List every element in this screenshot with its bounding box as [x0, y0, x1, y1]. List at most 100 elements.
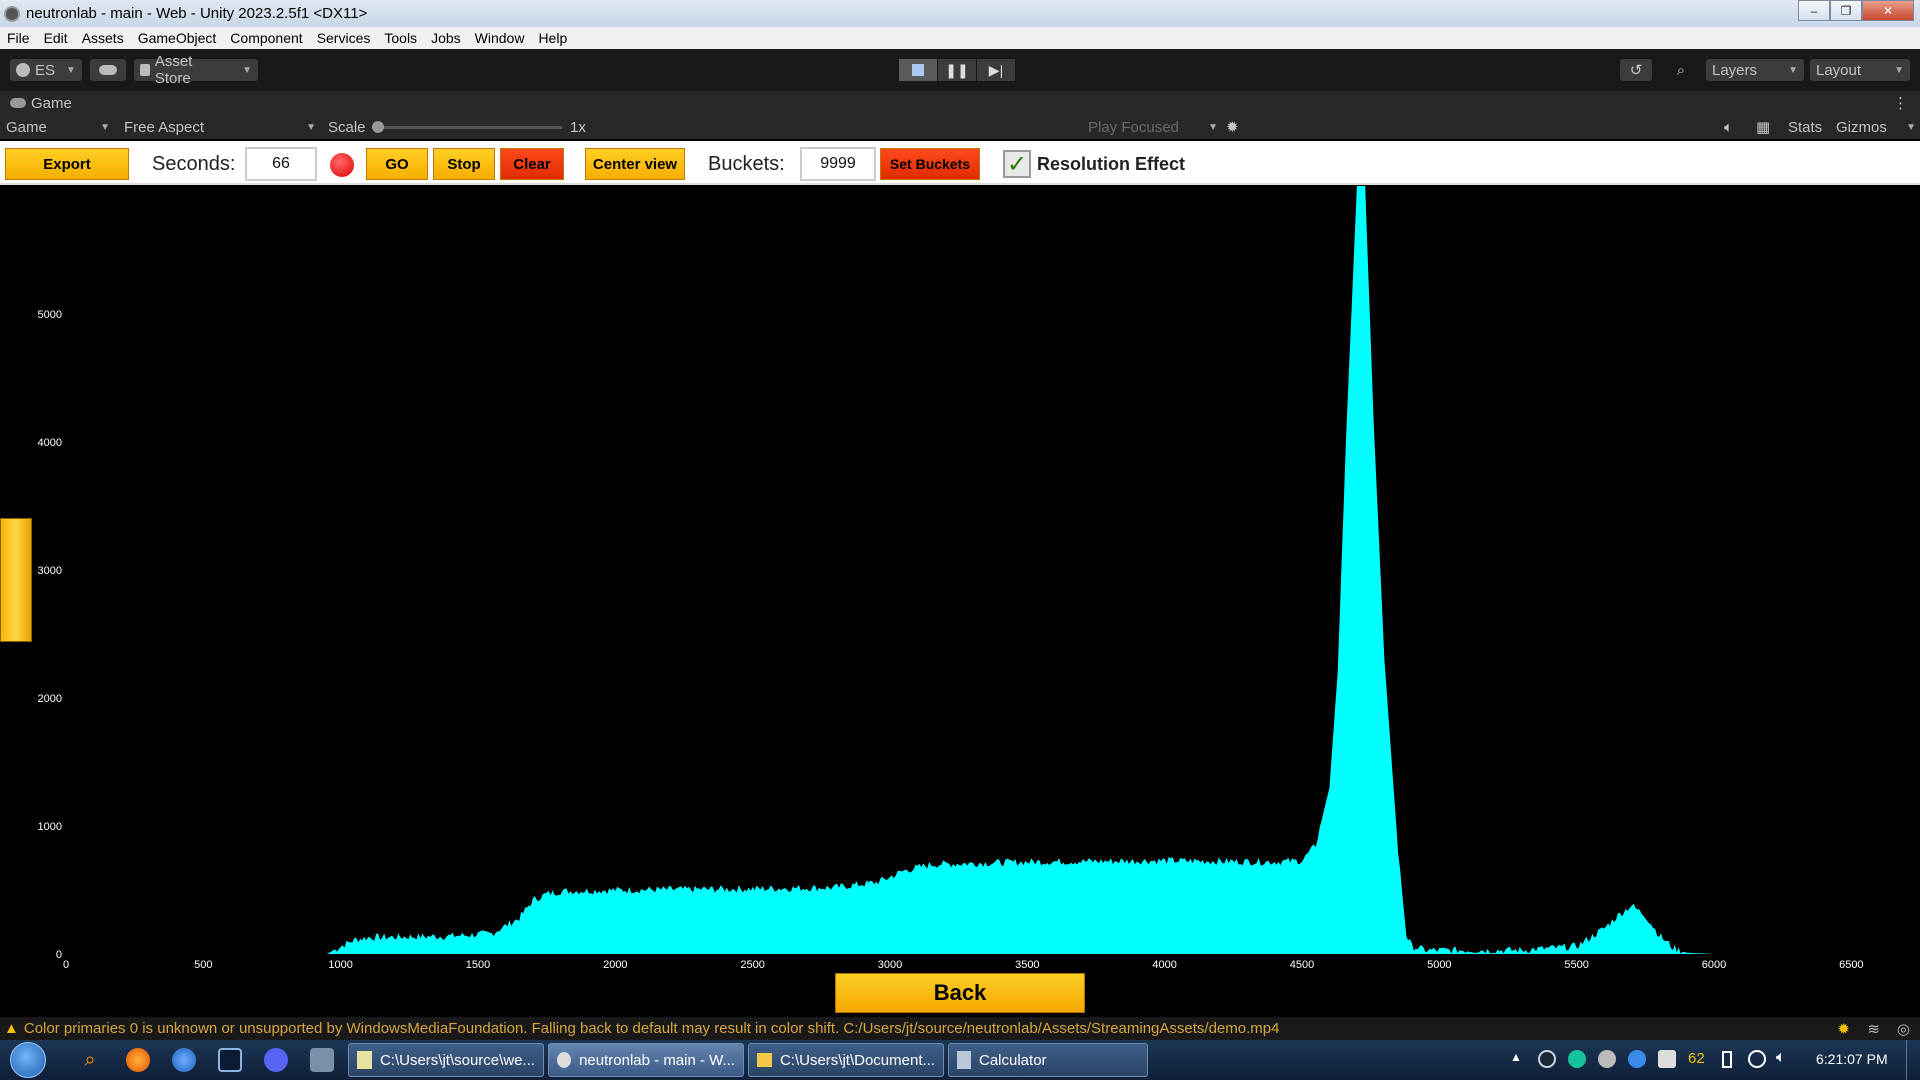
game-tab-header: Game ⋮: [0, 91, 1920, 115]
main-toolbar: ES ▼ Asset Store ▼ ❚❚ ▶| ↺ ⌕ Layers ▼ La…: [0, 49, 1920, 91]
menu-services[interactable]: Services: [310, 30, 378, 46]
volume-icon[interactable]: 🔈︎: [1776, 1049, 1786, 1067]
more-options-icon[interactable]: ⋮: [1893, 94, 1908, 112]
history-icon: ↺: [1629, 62, 1643, 79]
status-message: Color primaries 0 is unknown or unsuppor…: [23, 1020, 1280, 1037]
notepad-icon: [357, 1051, 372, 1069]
cloud-icon: [99, 65, 117, 75]
game-tab-label[interactable]: Game: [31, 95, 72, 112]
task-label: Calculator: [979, 1051, 1047, 1069]
taskbar-item-explorer-documents[interactable]: C:\Users\jt\Document...: [748, 1043, 944, 1077]
unity-hub-icon[interactable]: [1658, 1050, 1676, 1068]
firefox-icon[interactable]: [126, 1048, 150, 1072]
chevron-down-icon: ▼: [306, 121, 316, 133]
scale-slider-thumb[interactable]: [372, 121, 384, 133]
steam-icon[interactable]: [1538, 1050, 1556, 1068]
play-button[interactable]: [899, 59, 937, 81]
folder-icon: [757, 1053, 772, 1067]
stop-button[interactable]: Stop: [433, 148, 495, 180]
menu-help[interactable]: Help: [531, 30, 574, 46]
buckets-input[interactable]: 9999: [800, 147, 876, 181]
taskbar-item-calculator[interactable]: Calculator: [948, 1043, 1148, 1077]
x-tick-label: 2500: [740, 959, 764, 971]
x-tick-label: 500: [194, 959, 212, 971]
chevron-down-icon: ▼: [242, 64, 252, 76]
seconds-input[interactable]: 66: [245, 147, 317, 181]
back-button[interactable]: Back: [835, 973, 1085, 1013]
grammarly-icon[interactable]: [1568, 1050, 1586, 1068]
resolution-effect-checkbox[interactable]: ✓: [1003, 150, 1031, 178]
account-label: ES: [35, 61, 56, 79]
seconds-label: Seconds:: [152, 152, 236, 175]
export-button[interactable]: Export: [5, 148, 129, 180]
minimize-button[interactable]: –: [1798, 0, 1830, 21]
play-focused-dropdown[interactable]: Play Focused ▼: [1088, 115, 1218, 139]
buckets-label: Buckets:: [708, 152, 785, 175]
close-button[interactable]: ✕: [1862, 0, 1914, 21]
restore-button[interactable]: ❐: [1830, 0, 1862, 21]
task-label: neutronlab - main - W...: [579, 1051, 735, 1069]
show-desktop-button[interactable]: [1906, 1040, 1920, 1080]
console-status-bar[interactable]: ▲ Color primaries 0 is unknown or unsupp…: [0, 1017, 1920, 1040]
go-button[interactable]: GO: [366, 148, 428, 180]
taskbar-item-explorer-source[interactable]: C:\Users\jt\source\we...: [348, 1043, 544, 1077]
menu-file[interactable]: File: [0, 30, 37, 46]
bug-icon[interactable]: ✹: [1226, 115, 1239, 139]
clock[interactable]: 6:21:07 PM: [1816, 1051, 1888, 1067]
network-globe-icon[interactable]: [1748, 1050, 1766, 1068]
display-dropdown[interactable]: Game ▼: [6, 115, 110, 139]
cloud-sync-icon[interactable]: [1628, 1050, 1646, 1068]
vertical-scroll-handle[interactable]: [0, 518, 32, 642]
histogram-svg: 0 500 1000 1500 2000 2500 3000 3500 4000 4500 5000…: [38, 186, 1920, 971]
layers-dropdown[interactable]: Layers ▼: [1706, 59, 1804, 81]
set-buckets-button[interactable]: Set Buckets: [880, 148, 980, 180]
search-icon[interactable]: ⌕: [78, 1048, 102, 1072]
menu-gameobject[interactable]: GameObject: [131, 30, 224, 46]
terminal-icon[interactable]: [218, 1048, 242, 1072]
step-button[interactable]: ▶|: [977, 59, 1015, 81]
chevron-down-icon: ▼: [1906, 121, 1916, 133]
search-button[interactable]: ⌕: [1665, 59, 1697, 81]
menu-edit[interactable]: Edit: [37, 30, 75, 46]
grid-icon[interactable]: ▦: [1756, 115, 1770, 139]
x-tick-label: 6500: [1839, 959, 1863, 971]
layout-dropdown[interactable]: Layout ▼: [1810, 59, 1910, 81]
gizmos-dropdown[interactable]: Gizmos ▼: [1836, 115, 1916, 139]
remote-desktop-icon[interactable]: [310, 1048, 334, 1072]
asset-store-dropdown[interactable]: Asset Store ▼: [134, 53, 258, 87]
mail-icon[interactable]: [1598, 1050, 1616, 1068]
menu-component[interactable]: Component: [223, 30, 309, 46]
taskbar-item-unity[interactable]: neutronlab - main - W...: [548, 1043, 744, 1077]
window-title-bar: neutronlab - main - Web - Unity 2023.2.5…: [0, 0, 1920, 27]
pause-button[interactable]: ❚❚: [938, 59, 976, 81]
scale-slider[interactable]: [372, 115, 562, 139]
menu-jobs[interactable]: Jobs: [424, 30, 468, 46]
cloud-button[interactable]: [90, 59, 126, 81]
game-view-toolbar: Game ▼ Free Aspect ▼ Scale 1x Play Focus…: [0, 115, 1920, 139]
y-tick-label: 0: [56, 949, 62, 961]
browser-icon[interactable]: [172, 1048, 196, 1072]
tray-number[interactable]: 62: [1688, 1050, 1705, 1067]
aspect-dropdown[interactable]: Free Aspect ▼: [124, 115, 316, 139]
discord-icon[interactable]: [264, 1048, 288, 1072]
battery-icon[interactable]: [1722, 1051, 1732, 1068]
task-label: C:\Users\jt\Document...: [779, 1051, 935, 1069]
account-icon: [16, 63, 30, 77]
x-tick-label: 5000: [1427, 959, 1451, 971]
tray-expand-icon[interactable]: ▲: [1510, 1050, 1522, 1064]
clear-button[interactable]: Clear: [500, 148, 564, 180]
y-tick-label: 4000: [38, 437, 62, 449]
account-dropdown[interactable]: ES ▼: [10, 59, 82, 81]
check-circle-icon[interactable]: ◎: [1897, 1020, 1910, 1038]
center-view-button[interactable]: Center view: [585, 148, 685, 180]
menu-assets[interactable]: Assets: [75, 30, 131, 46]
audio-icon[interactable]: 🔈︎: [1724, 115, 1733, 139]
layers-stack-icon[interactable]: ≋: [1867, 1020, 1880, 1038]
menu-tools[interactable]: Tools: [377, 30, 424, 46]
menu-window[interactable]: Window: [468, 30, 532, 46]
debug-icon[interactable]: ✹: [1837, 1020, 1850, 1038]
scale-slider-track: [384, 125, 562, 129]
start-button[interactable]: [10, 1042, 46, 1078]
undo-history-button[interactable]: ↺: [1620, 59, 1652, 81]
stats-button[interactable]: Stats: [1788, 115, 1822, 139]
